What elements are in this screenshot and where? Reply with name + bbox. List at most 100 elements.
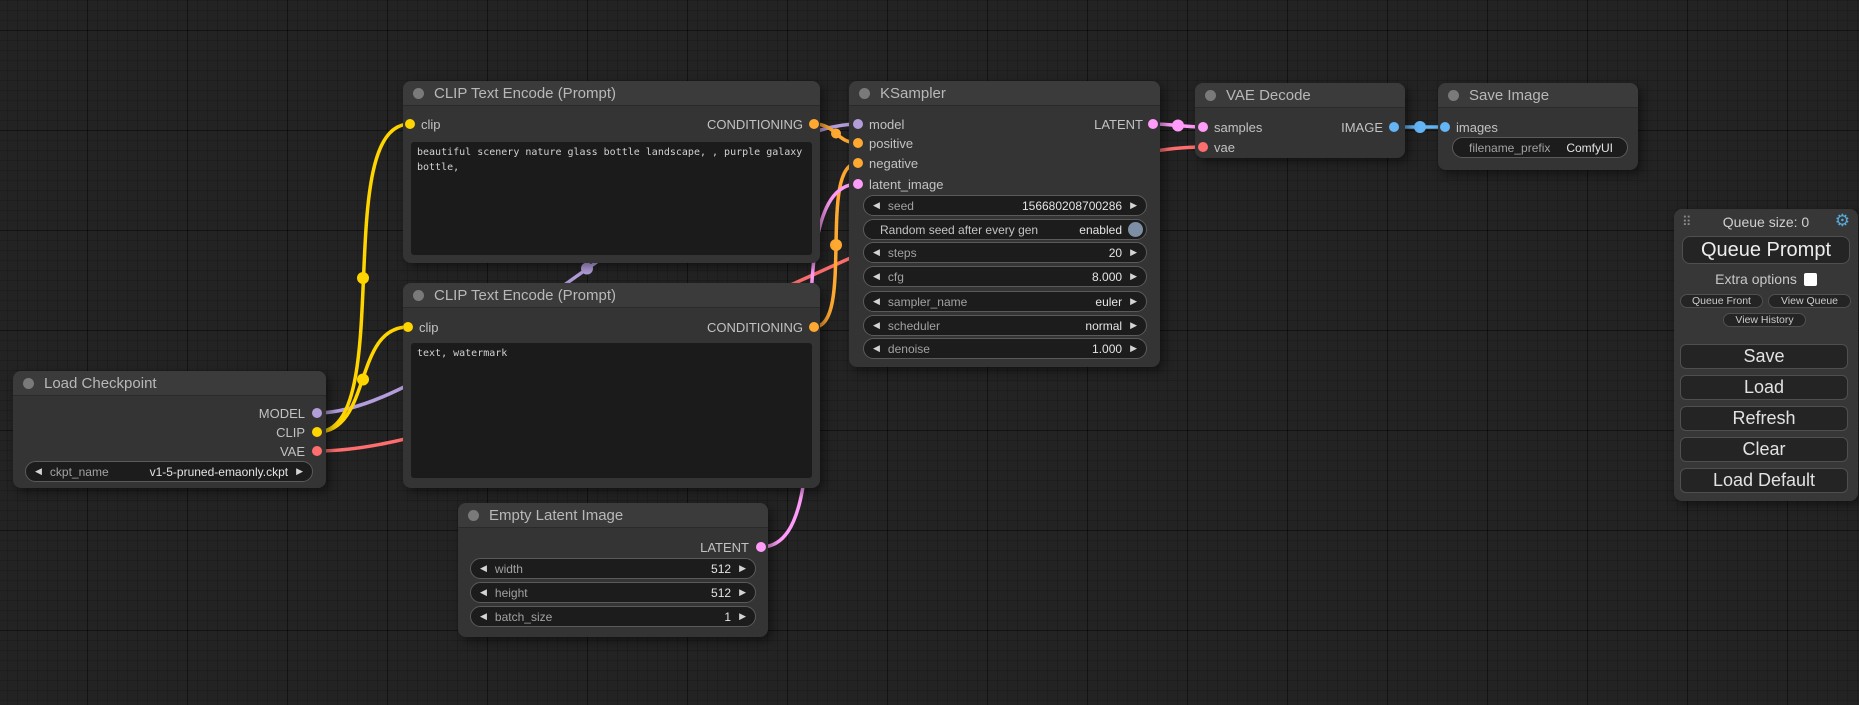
load-default-button[interactable]: Load Default: [1680, 468, 1848, 493]
node-header[interactable]: Load Checkpoint: [13, 371, 326, 396]
decrement-arrow-icon[interactable]: ◀: [871, 297, 882, 306]
increment-arrow-icon[interactable]: ▶: [737, 564, 748, 573]
load-button[interactable]: Load: [1680, 375, 1848, 400]
node-title: Save Image: [1469, 87, 1549, 104]
view-queue-button[interactable]: View Queue: [1768, 294, 1851, 308]
node-header[interactable]: KSampler: [849, 81, 1160, 106]
input-label-positive: positive: [869, 136, 913, 151]
drag-handle-icon[interactable]: ⠿: [1682, 214, 1692, 230]
extra-options-checkbox[interactable]: [1804, 273, 1817, 286]
output-slot-latent[interactable]: [756, 542, 766, 552]
increment-arrow-icon[interactable]: ▶: [1128, 201, 1139, 210]
prompt-textarea[interactable]: text, watermark: [411, 343, 812, 478]
node-header[interactable]: VAE Decode: [1195, 83, 1405, 108]
view-history-button[interactable]: View History: [1723, 313, 1806, 327]
node-header[interactable]: Save Image: [1438, 83, 1638, 108]
extra-options-label: Extra options: [1715, 271, 1797, 287]
scheduler-widget[interactable]: ◀ scheduler normal ▶: [863, 315, 1147, 336]
input-slot-vae[interactable]: [1198, 142, 1208, 152]
queue-front-button[interactable]: Queue Front: [1680, 294, 1763, 308]
decrement-arrow-icon[interactable]: ◀: [871, 272, 882, 281]
decrement-arrow-icon[interactable]: ◀: [871, 321, 882, 330]
widget-label: cfg: [888, 270, 904, 284]
decrement-arrow-icon[interactable]: ◀: [33, 467, 44, 476]
widget-label: width: [495, 562, 523, 576]
gear-icon[interactable]: ⚙: [1835, 212, 1850, 229]
input-slot-samples[interactable]: [1198, 122, 1208, 132]
node-vae-decode[interactable]: VAE Decode samples vae IMAGE: [1195, 83, 1405, 158]
widget-value: 512: [711, 562, 731, 576]
decrement-arrow-icon[interactable]: ◀: [478, 588, 489, 597]
widget-value: 512: [711, 586, 731, 600]
output-slot-clip[interactable]: [312, 427, 322, 437]
increment-arrow-icon[interactable]: ▶: [737, 612, 748, 621]
increment-arrow-icon[interactable]: ▶: [1128, 321, 1139, 330]
seed-widget[interactable]: ◀ seed 156680208700286 ▶: [863, 195, 1147, 216]
output-slot-conditioning[interactable]: [809, 119, 819, 129]
denoise-widget[interactable]: ◀ denoise 1.000 ▶: [863, 338, 1147, 359]
collapse-dot-icon[interactable]: [413, 88, 424, 99]
node-header[interactable]: CLIP Text Encode (Prompt): [403, 81, 820, 106]
node-load-checkpoint[interactable]: Load Checkpoint MODEL CLIP VAE ◀ ckpt_na…: [13, 371, 326, 488]
decrement-arrow-icon[interactable]: ◀: [871, 248, 882, 257]
output-slot-vae[interactable]: [312, 446, 322, 456]
queue-panel[interactable]: ⠿ Queue size: 0 ⚙ Queue Prompt Extra opt…: [1674, 209, 1858, 501]
toggle-dot-icon[interactable]: [1128, 222, 1143, 237]
output-label-latent: LATENT: [700, 540, 749, 555]
output-slot-latent[interactable]: [1148, 119, 1158, 129]
node-header[interactable]: CLIP Text Encode (Prompt): [403, 283, 820, 308]
sampler-name-widget[interactable]: ◀ sampler_name euler ▶: [863, 291, 1147, 312]
input-slot-model[interactable]: [853, 119, 863, 129]
node-clip-text-encode-negative[interactable]: CLIP Text Encode (Prompt) clip CONDITION…: [403, 283, 820, 488]
output-label-conditioning: CONDITIONING: [707, 320, 803, 335]
steps-widget[interactable]: ◀ steps 20 ▶: [863, 242, 1147, 263]
widget-label: ckpt_name: [50, 465, 109, 479]
input-slot-clip[interactable]: [403, 322, 413, 332]
decrement-arrow-icon[interactable]: ◀: [871, 201, 882, 210]
input-slot-positive[interactable]: [853, 138, 863, 148]
increment-arrow-icon[interactable]: ▶: [1128, 272, 1139, 281]
batch-size-widget[interactable]: ◀ batch_size 1 ▶: [470, 606, 756, 627]
decrement-arrow-icon[interactable]: ◀: [871, 344, 882, 353]
cfg-widget[interactable]: ◀ cfg 8.000 ▶: [863, 266, 1147, 287]
node-save-image[interactable]: Save Image images filename_prefix ComfyU…: [1438, 83, 1638, 170]
collapse-dot-icon[interactable]: [23, 378, 34, 389]
random-seed-widget[interactable]: Random seed after every gen enabled: [863, 219, 1147, 240]
output-slot-image[interactable]: [1389, 122, 1399, 132]
widget-value: euler: [1095, 295, 1122, 309]
collapse-dot-icon[interactable]: [1205, 90, 1216, 101]
width-widget[interactable]: ◀ width 512 ▶: [470, 558, 756, 579]
collapse-dot-icon[interactable]: [859, 88, 870, 99]
collapse-dot-icon[interactable]: [1448, 90, 1459, 101]
queue-prompt-button[interactable]: Queue Prompt: [1682, 236, 1850, 264]
output-slot-conditioning[interactable]: [809, 322, 819, 332]
output-slot-model[interactable]: [312, 408, 322, 418]
increment-arrow-icon[interactable]: ▶: [737, 588, 748, 597]
widget-value: 8.000: [1092, 270, 1122, 284]
refresh-button[interactable]: Refresh: [1680, 406, 1848, 431]
increment-arrow-icon[interactable]: ▶: [1128, 248, 1139, 257]
increment-arrow-icon[interactable]: ▶: [1128, 344, 1139, 353]
comfyui-canvas[interactable]: { "icons": { "left_arrow": "◀", "right_a…: [0, 0, 1859, 705]
input-slot-negative[interactable]: [853, 158, 863, 168]
decrement-arrow-icon[interactable]: ◀: [478, 564, 489, 573]
input-slot-images[interactable]: [1440, 122, 1450, 132]
height-widget[interactable]: ◀ height 512 ▶: [470, 582, 756, 603]
widget-label: filename_prefix: [1469, 141, 1550, 155]
collapse-dot-icon[interactable]: [468, 510, 479, 521]
collapse-dot-icon[interactable]: [413, 290, 424, 301]
filename-prefix-widget[interactable]: filename_prefix ComfyUI: [1452, 137, 1628, 158]
increment-arrow-icon[interactable]: ▶: [294, 467, 305, 476]
ckpt-name-widget[interactable]: ◀ ckpt_name v1-5-pruned-emaonly.ckpt ▶: [25, 461, 313, 482]
input-slot-clip[interactable]: [405, 119, 415, 129]
prompt-textarea[interactable]: beautiful scenery nature glass bottle la…: [411, 142, 812, 255]
input-slot-latent-image[interactable]: [853, 179, 863, 189]
node-header[interactable]: Empty Latent Image: [458, 503, 768, 528]
increment-arrow-icon[interactable]: ▶: [1128, 297, 1139, 306]
save-button[interactable]: Save: [1680, 344, 1848, 369]
node-ksampler[interactable]: KSampler model positive negative latent_…: [849, 81, 1160, 367]
clear-button[interactable]: Clear: [1680, 437, 1848, 462]
node-clip-text-encode-positive[interactable]: CLIP Text Encode (Prompt) clip CONDITION…: [403, 81, 820, 263]
decrement-arrow-icon[interactable]: ◀: [478, 612, 489, 621]
node-empty-latent-image[interactable]: Empty Latent Image LATENT ◀ width 512 ▶ …: [458, 503, 768, 637]
